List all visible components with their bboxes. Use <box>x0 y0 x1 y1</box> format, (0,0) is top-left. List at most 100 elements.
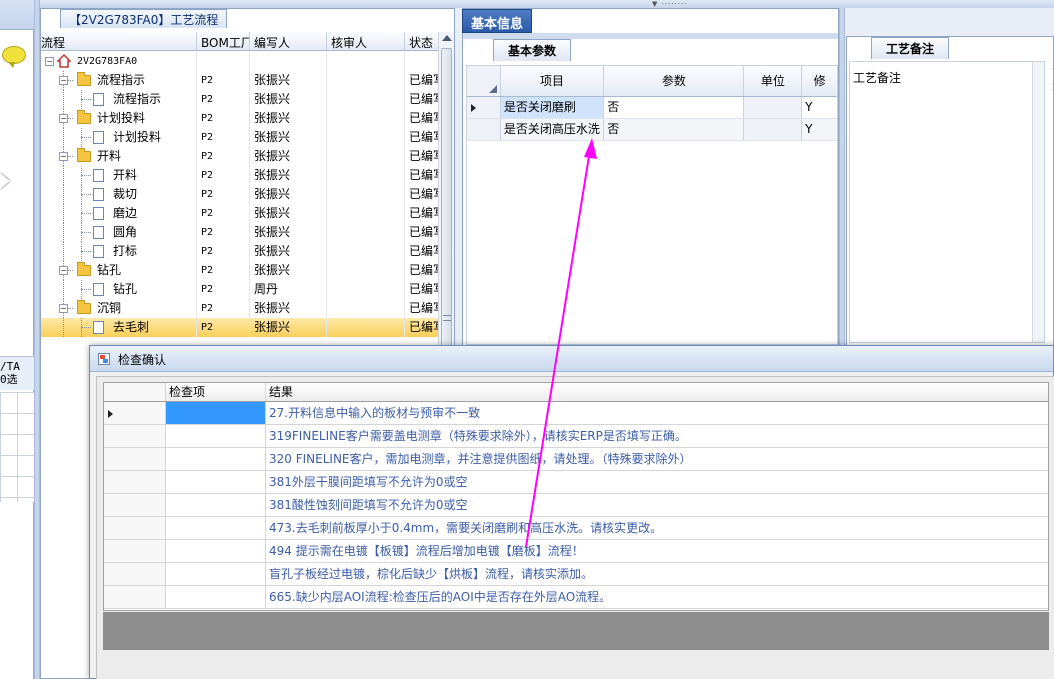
reviewer-cell[interactable] <box>327 261 405 280</box>
collapse-icon[interactable]: − <box>59 304 68 313</box>
tab-basic-info[interactable]: 基本信息 <box>462 9 533 33</box>
check-result-cell[interactable]: 473.去毛刺前板厚小于0.4mm，需要关闭磨刷和高压水洗。请核实更改。 <box>266 517 1048 539</box>
check-item-cell[interactable] <box>166 586 266 608</box>
status-cell[interactable]: 已编写 <box>405 261 438 280</box>
param-mod[interactable]: Y <box>802 97 837 118</box>
param-value[interactable]: 否 <box>604 97 745 118</box>
tree-row[interactable]: − 2V2G783FA0 <box>41 52 438 71</box>
bom-cell[interactable]: P2 <box>197 147 250 166</box>
tree-row[interactable]: − 钻孔 P2张振兴 已编写 <box>41 261 438 280</box>
notes-scrollbar[interactable] <box>1032 62 1044 342</box>
row-selector[interactable] <box>104 586 166 608</box>
check-row[interactable]: 381酸性蚀刻间距填写不允许为0或空 <box>104 494 1048 517</box>
bom-cell[interactable]: P2 <box>197 261 250 280</box>
params-corner[interactable] <box>467 66 501 96</box>
reviewer-cell[interactable] <box>327 147 405 166</box>
status-cell[interactable]: 已编写 <box>405 128 438 147</box>
check-row[interactable]: 665.缺少内层AOI流程:检查压后的AOI中是否存在外层AO流程。 <box>104 586 1048 609</box>
check-result-cell[interactable]: 320 FINELINE客户，需加电测章，并注意提供图纸，请处理。（特殊要求除外… <box>266 448 1048 470</box>
check-result-cell[interactable]: 665.缺少内层AOI流程:检查压后的AOI中是否存在外层AO流程。 <box>266 586 1048 608</box>
tree-node[interactable]: 裁切 <box>41 185 197 204</box>
tree-row[interactable]: 裁切 P2张振兴 已编写 <box>41 185 438 204</box>
tree-row[interactable]: 开料 P2张振兴 已编写 <box>41 166 438 185</box>
writer-cell[interactable]: 张振兴 <box>250 166 327 185</box>
row-selector[interactable] <box>104 402 166 424</box>
row-selector[interactable] <box>104 448 166 470</box>
col-header-status[interactable]: 状态 <box>405 32 438 50</box>
status-cell[interactable]: 已编写 <box>405 90 438 109</box>
bom-cell[interactable]: P2 <box>197 90 250 109</box>
bom-cell[interactable]: P2 <box>197 128 250 147</box>
status-cell[interactable]: 已编写 <box>405 71 438 90</box>
collapse-icon[interactable]: − <box>59 152 68 161</box>
status-cell[interactable]: 已编写 <box>405 242 438 261</box>
scroll-up-icon[interactable] <box>442 35 452 41</box>
tab-basic-params[interactable]: 基本参数 <box>493 39 572 61</box>
check-result-cell[interactable]: 27.开料信息中输入的板材与预审不一致 <box>266 402 1048 424</box>
writer-cell[interactable] <box>250 52 327 71</box>
status-cell[interactable]: 已编写 <box>405 185 438 204</box>
col-header-bom[interactable]: BOM工厂 <box>197 32 250 50</box>
collapse-icon[interactable]: − <box>59 266 68 275</box>
tree-row[interactable]: 钻孔 P2周丹 已编写 <box>41 280 438 299</box>
writer-cell[interactable]: 张振兴 <box>250 204 327 223</box>
bom-cell[interactable]: P2 <box>197 185 250 204</box>
tree-node[interactable]: − 2V2G783FA0 <box>41 52 197 71</box>
chat-bubble-icon[interactable] <box>2 46 26 68</box>
check-result-cell[interactable]: 盲孔子板经过电镀，棕化后缺少【烘板】流程，请核实添加。 <box>266 563 1048 585</box>
check-result-cell[interactable]: 381酸性蚀刻间距填写不允许为0或空 <box>266 494 1048 516</box>
writer-cell[interactable]: 张振兴 <box>250 71 327 90</box>
tree-node[interactable]: − 流程指示 <box>41 71 197 90</box>
tree-node[interactable]: − 沉铜 <box>41 299 197 318</box>
reviewer-cell[interactable] <box>327 185 405 204</box>
reviewer-cell[interactable] <box>327 242 405 261</box>
collapse-icon[interactable]: − <box>59 114 68 123</box>
tree-node[interactable]: − 开料 <box>41 147 197 166</box>
writer-cell[interactable]: 张振兴 <box>250 299 327 318</box>
col-header-flow[interactable]: 流程 <box>41 32 197 50</box>
collapse-icon[interactable]: − <box>59 76 68 85</box>
bom-cell[interactable]: P2 <box>197 280 250 299</box>
check-item-cell[interactable] <box>166 448 266 470</box>
status-cell[interactable]: 已编写 <box>405 109 438 128</box>
writer-cell[interactable]: 张振兴 <box>250 90 327 109</box>
tree-row[interactable]: 圆角 P2张振兴 已编写 <box>41 223 438 242</box>
status-cell[interactable]: 已编写 <box>405 223 438 242</box>
bom-cell[interactable]: P2 <box>197 166 250 185</box>
check-item-cell[interactable] <box>166 402 266 424</box>
col-header-unit[interactable]: 单位 <box>744 66 803 96</box>
check-result-cell[interactable]: 381外层干膜间距填写不允许为0或空 <box>266 471 1048 493</box>
splitter-handle[interactable]: ▼ ········ ▼ <box>652 0 696 16</box>
writer-cell[interactable]: 张振兴 <box>250 261 327 280</box>
bom-cell[interactable]: P2 <box>197 223 250 242</box>
check-row[interactable]: 494 提示需在电镀【板镀】流程后增加电镀【磨板】流程！ <box>104 540 1048 563</box>
row-selector[interactable] <box>104 563 166 585</box>
check-row[interactable]: 319FINELINE客户需要盖电测章（特殊要求除外），请核实ERP是否填写正确… <box>104 425 1048 448</box>
param-unit[interactable] <box>744 119 803 140</box>
check-item-cell[interactable] <box>166 471 266 493</box>
check-result-cell[interactable]: 319FINELINE客户需要盖电测章（特殊要求除外），请核实ERP是否填写正确… <box>266 425 1048 447</box>
tree-node[interactable]: − 计划投料 <box>41 109 197 128</box>
row-selector[interactable] <box>467 119 501 140</box>
params-row[interactable]: 是否关闭磨刷 否 Y <box>467 97 837 119</box>
bom-cell[interactable]: P2 <box>197 71 250 90</box>
check-item-cell[interactable] <box>166 540 266 562</box>
reviewer-cell[interactable] <box>327 109 405 128</box>
check-item-cell[interactable] <box>166 425 266 447</box>
tree-node[interactable]: 计划投料 <box>41 128 197 147</box>
row-selector[interactable] <box>104 494 166 516</box>
writer-cell[interactable]: 张振兴 <box>250 185 327 204</box>
bom-cell[interactable]: P2 <box>197 242 250 261</box>
param-value[interactable]: 否 <box>604 119 745 140</box>
tree-node[interactable]: 打标 <box>41 242 197 261</box>
row-selector[interactable] <box>104 517 166 539</box>
bom-cell[interactable]: P2 <box>197 299 250 318</box>
writer-cell[interactable]: 周丹 <box>250 280 327 299</box>
check-row[interactable]: 473.去毛刺前板厚小于0.4mm，需要关闭磨刷和高压水洗。请核实更改。 <box>104 517 1048 540</box>
tree-node[interactable]: 流程指示 <box>41 90 197 109</box>
reviewer-cell[interactable] <box>327 90 405 109</box>
col-header-result[interactable]: 结果 <box>266 383 1048 401</box>
reviewer-cell[interactable] <box>327 128 405 147</box>
row-selector[interactable] <box>104 471 166 493</box>
tree-row[interactable]: − 流程指示 P2张振兴 已编写 <box>41 71 438 90</box>
